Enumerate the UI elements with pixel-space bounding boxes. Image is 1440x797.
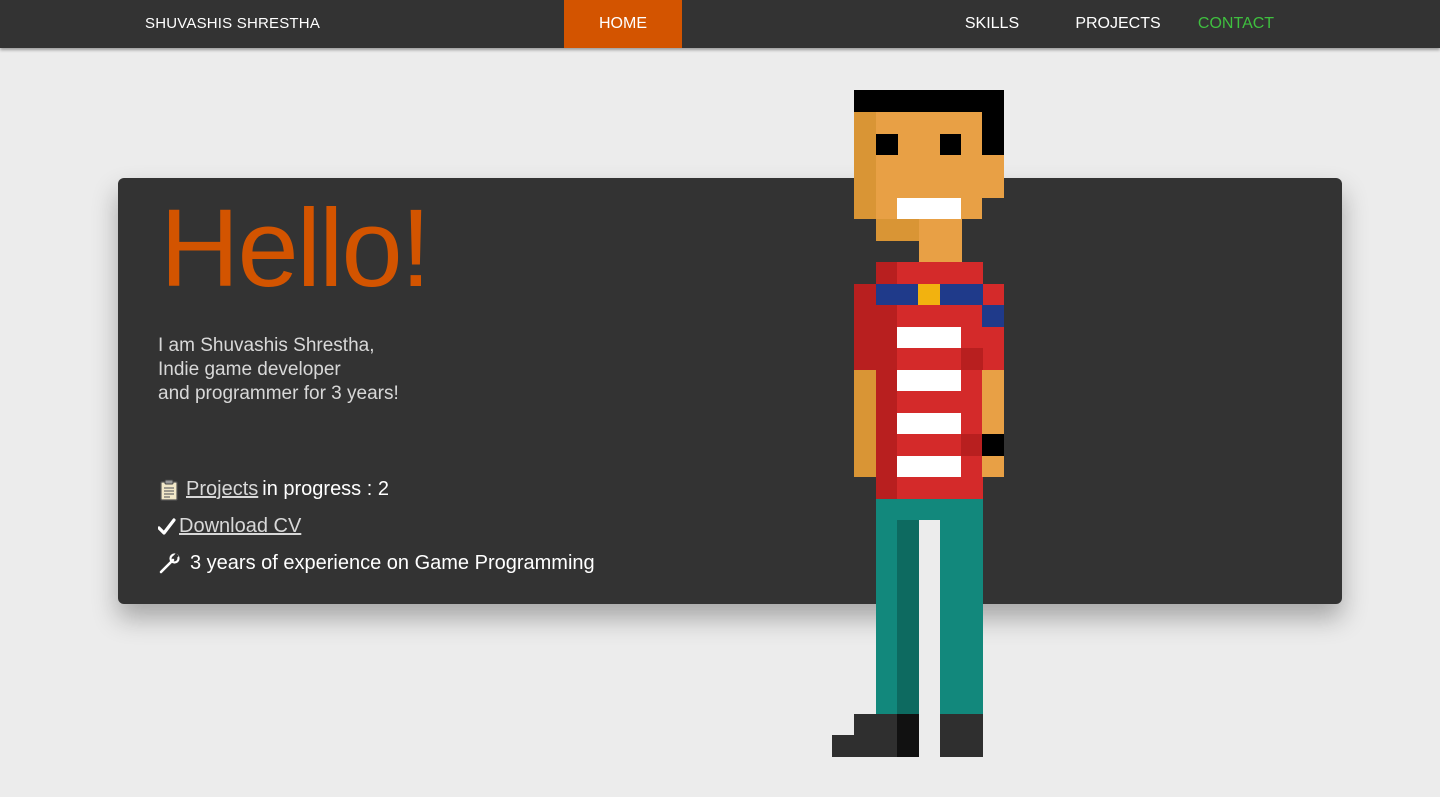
brand-name[interactable]: SHUVASHIS SHRESTHA xyxy=(145,15,320,32)
fact-experience: 3 years of experience on Game Programmin… xyxy=(158,545,595,582)
projects-link[interactable]: Projects xyxy=(186,478,258,501)
nav-contact[interactable]: CONTACT xyxy=(1196,0,1276,48)
hero-card: Hello! I am Shuvashis Shrestha, Indie ga… xyxy=(118,178,1342,604)
pixel-character-graphic xyxy=(832,90,1004,757)
fact-cv: Download CV xyxy=(157,508,595,545)
hero-title: Hello! xyxy=(160,187,431,310)
navbar: SHUVASHIS SHRESTHA HOME SKILLS PROJECTS … xyxy=(0,0,1440,48)
nav-projects[interactable]: PROJECTS xyxy=(1068,0,1168,48)
intro-text: I am Shuvashis Shrestha, Indie game deve… xyxy=(158,334,399,406)
download-cv-link[interactable]: Download CV xyxy=(179,515,301,538)
intro-line: I am Shuvashis Shrestha, xyxy=(158,335,375,356)
wrench-icon xyxy=(158,552,180,575)
projects-count-text: in progress : 2 xyxy=(262,478,389,500)
clipboard-icon xyxy=(158,479,180,501)
experience-text: 3 years of experience on Game Programmin… xyxy=(190,552,595,574)
facts-list: Projects in progress : 2 Download CV 3 y… xyxy=(157,471,595,582)
checkmark-icon xyxy=(157,516,176,538)
nav-skills[interactable]: SKILLS xyxy=(952,0,1032,48)
nav-home[interactable]: HOME xyxy=(564,0,682,48)
intro-line: and programmer for 3 years! xyxy=(158,383,399,404)
fact-projects: Projects in progress : 2 xyxy=(158,471,595,508)
pixel-character-illustration xyxy=(832,90,1004,757)
intro-line: Indie game developer xyxy=(158,359,341,380)
